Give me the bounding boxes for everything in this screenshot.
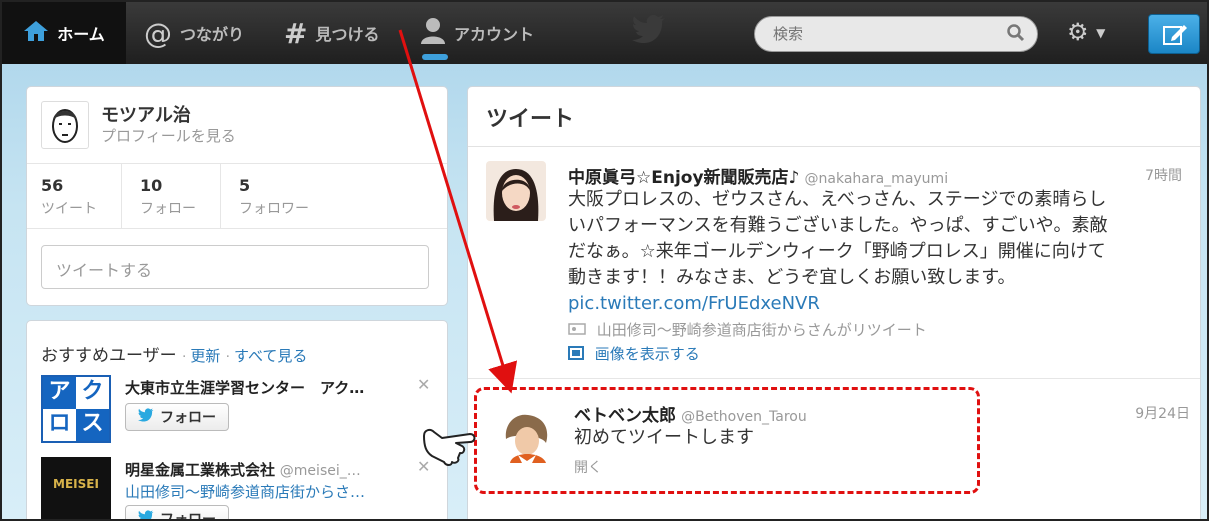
pointing-hand-icon <box>422 416 478 470</box>
annotation-arrow <box>398 29 518 394</box>
screen: ホーム @ つながり # 見つける アカウント ⚙ ▼ <box>0 0 1209 521</box>
